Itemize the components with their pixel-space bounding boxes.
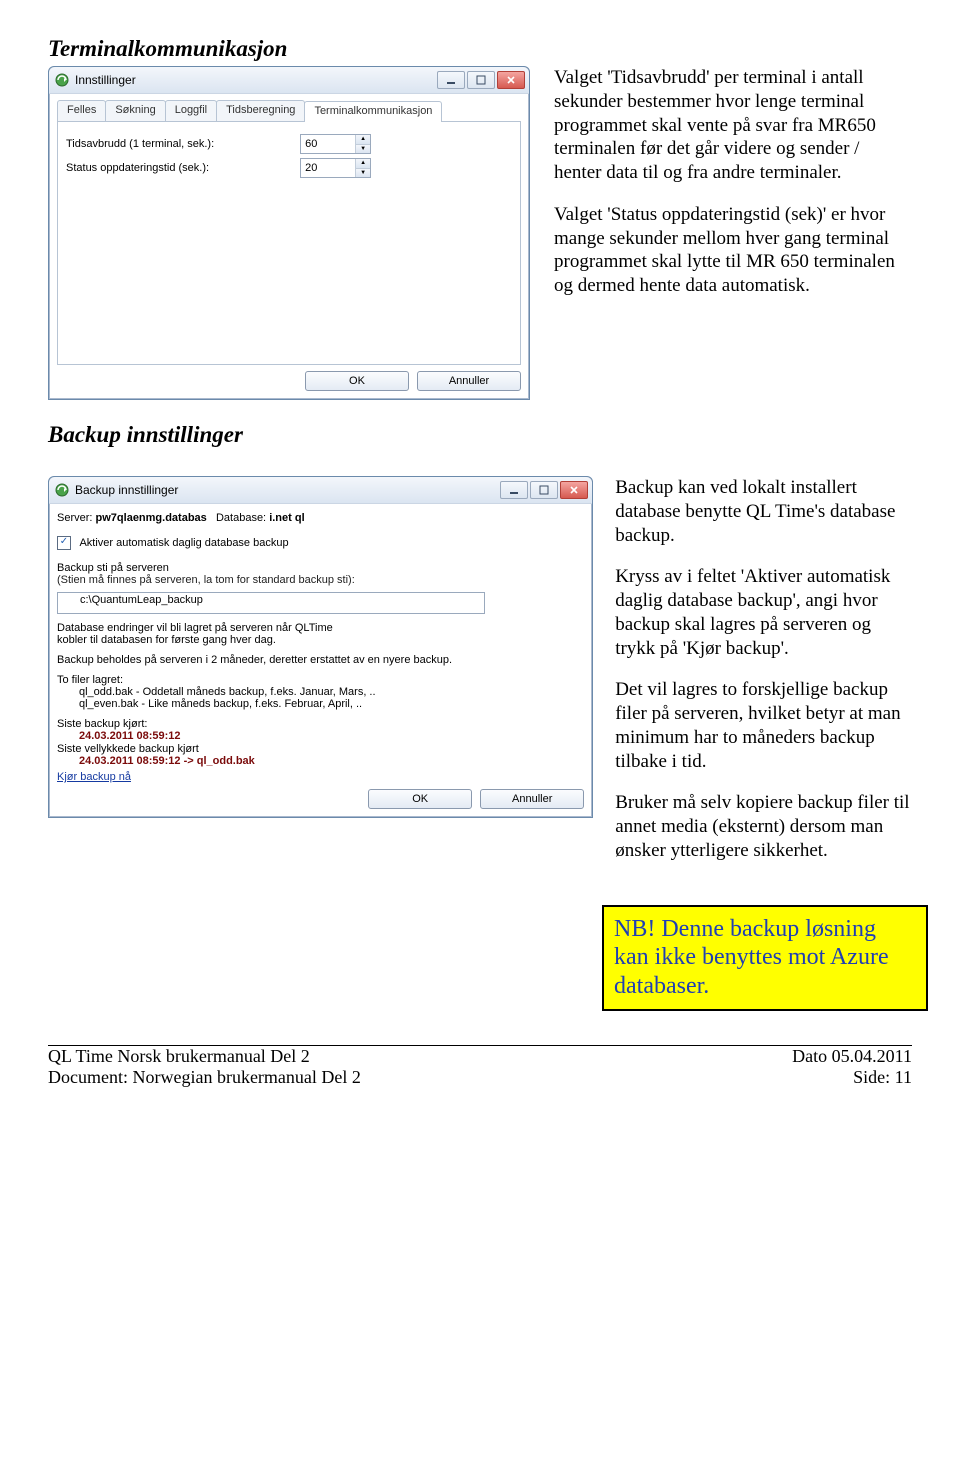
ok-button[interactable]: OK bbox=[305, 371, 409, 391]
window-title: Backup innstillinger bbox=[75, 483, 500, 497]
timeout-spin-up[interactable]: ▲ bbox=[356, 135, 370, 145]
status-interval-field[interactable]: ▲ ▼ bbox=[300, 158, 371, 178]
status-interval-label: Status oppdateringstid (sek.): bbox=[66, 156, 220, 180]
path-label: Backup sti på serveren bbox=[57, 562, 584, 574]
tab-loggfil[interactable]: Loggfil bbox=[165, 100, 217, 121]
maximize-button[interactable] bbox=[530, 481, 558, 499]
two-files-label: To filer lagret: bbox=[57, 674, 584, 686]
server-label: Server: bbox=[57, 512, 92, 524]
status-spin-up[interactable]: ▲ bbox=[356, 159, 370, 169]
activate-label: Aktiver automatisk daglig database backu… bbox=[79, 537, 288, 549]
footer-left-1: QL Time Norsk brukermanual Del 2 bbox=[48, 1046, 361, 1067]
maximize-button[interactable] bbox=[467, 71, 495, 89]
footer-left-2: Document: Norwegian brukermanual Del 2 bbox=[48, 1067, 361, 1088]
tab-page: Tidsavbrudd (1 terminal, sek.): ▲ ▼ bbox=[57, 122, 521, 365]
titlebar: Innstillinger bbox=[49, 67, 529, 94]
titlebar: Backup innstillinger bbox=[49, 477, 592, 504]
timeout-label: Tidsavbrudd (1 terminal, sek.): bbox=[66, 132, 220, 156]
ok-button[interactable]: OK bbox=[368, 789, 472, 809]
minimize-button[interactable] bbox=[500, 481, 528, 499]
tab-felles[interactable]: Felles bbox=[57, 100, 106, 121]
backup-paragraph-1: Backup kan ved lokalt installert databas… bbox=[615, 476, 912, 547]
close-button[interactable] bbox=[560, 481, 588, 499]
section-title-terminalkommunikasjon: Terminalkommunikasjon bbox=[48, 36, 912, 62]
tab-terminalkommunikasjon[interactable]: Terminalkommunikasjon bbox=[304, 101, 442, 122]
intro-paragraph-1: Valget 'Tidsavbrudd' per terminal i anta… bbox=[554, 66, 904, 185]
page-footer: QL Time Norsk brukermanual Del 2 Documen… bbox=[48, 1045, 912, 1088]
cancel-button[interactable]: Annuller bbox=[480, 789, 584, 809]
app-icon bbox=[55, 483, 69, 497]
footer-right-2: Side: 11 bbox=[792, 1067, 912, 1088]
tab-sokning[interactable]: Søkning bbox=[105, 100, 165, 121]
cancel-button[interactable]: Annuller bbox=[417, 371, 521, 391]
close-button[interactable] bbox=[497, 71, 525, 89]
timeout-spin-down[interactable]: ▼ bbox=[356, 145, 370, 154]
status-interval-input[interactable] bbox=[301, 159, 355, 177]
last-ok-backup-value: 24.03.2011 08:59:12 -> ql_odd.bak bbox=[57, 755, 584, 767]
activate-checkbox[interactable]: ✓ bbox=[57, 536, 71, 550]
backup-paragraph-4: Bruker må selv kopiere backup filer til … bbox=[615, 791, 912, 862]
settings-window: Innstillinger Felles Søkning Loggfil Tid… bbox=[48, 66, 530, 400]
backup-window: Backup innstillinger Server: pw7qlaenmg.… bbox=[48, 476, 593, 818]
run-backup-link[interactable]: Kjør backup nå bbox=[57, 771, 131, 783]
timeout-field[interactable]: ▲ ▼ bbox=[300, 134, 371, 154]
tab-strip: Felles Søkning Loggfil Tidsberegning Ter… bbox=[57, 100, 521, 122]
file-even: ql_even.bak - Like måneds backup, f.eks.… bbox=[57, 698, 584, 710]
retention-note: Backup beholdes på serveren i 2 måneder,… bbox=[57, 654, 584, 666]
backup-paragraph-2: Kryss av i feltet 'Aktiver automatisk da… bbox=[615, 565, 912, 660]
status-spin-down[interactable]: ▼ bbox=[356, 169, 370, 178]
timeout-input[interactable] bbox=[301, 135, 355, 153]
footer-right-1: Dato 05.04.2011 bbox=[792, 1046, 912, 1067]
last-backup-value: 24.03.2011 08:59:12 bbox=[57, 730, 584, 742]
app-icon bbox=[55, 73, 69, 87]
changes-note-1: Database endringer vil bli lagret på ser… bbox=[57, 622, 584, 634]
file-odd: ql_odd.bak - Oddetall måneds backup, f.e… bbox=[57, 686, 584, 698]
server-value: pw7qlaenmg.databas bbox=[96, 512, 207, 524]
backup-paragraph-3: Det vil lagres to forskjellige backup fi… bbox=[615, 678, 912, 773]
database-label: Database: bbox=[216, 512, 266, 524]
intro-paragraph-2: Valget 'Status oppdateringstid (sek)' er… bbox=[554, 203, 904, 298]
tab-tidsberegning[interactable]: Tidsberegning bbox=[216, 100, 305, 121]
minimize-button[interactable] bbox=[437, 71, 465, 89]
section-title-backup: Backup innstillinger bbox=[48, 422, 912, 448]
database-value: i.net ql bbox=[269, 512, 304, 524]
last-backup-label: Siste backup kjørt: bbox=[57, 718, 584, 730]
window-title: Innstillinger bbox=[75, 73, 437, 87]
path-input[interactable]: c:\QuantumLeap_backup bbox=[57, 592, 485, 614]
warning-note: NB! Denne backup løsning kan ikke benytt… bbox=[602, 905, 928, 1011]
changes-note-2: kobler til databasen for første gang hve… bbox=[57, 634, 584, 646]
last-ok-backup-label: Siste vellykkede backup kjørt bbox=[57, 743, 584, 755]
path-hint: (Stien må finnes på serveren, la tom for… bbox=[57, 574, 584, 586]
